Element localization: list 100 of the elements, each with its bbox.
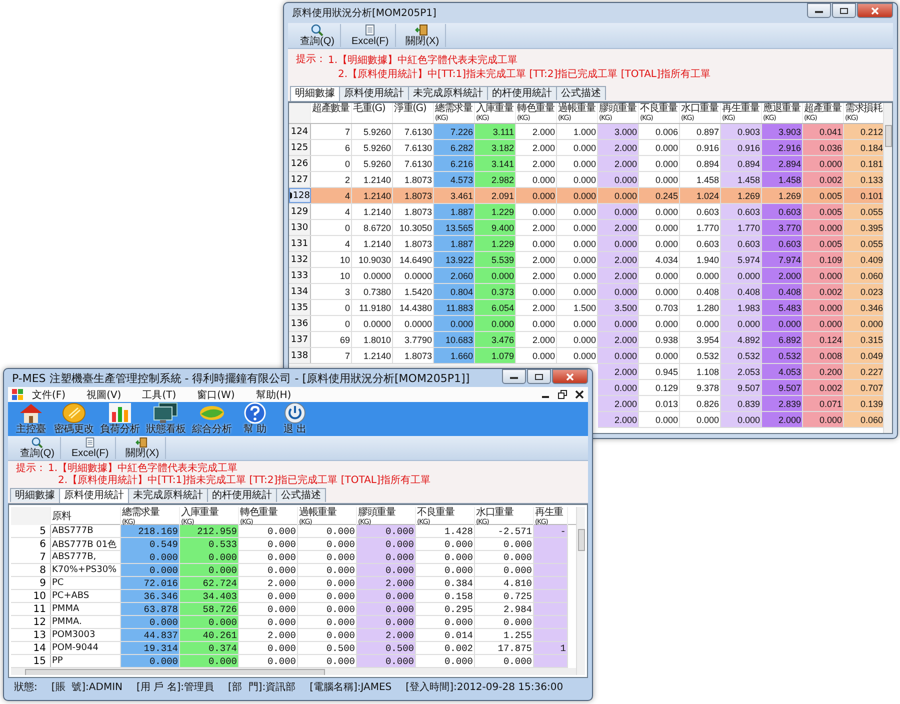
tab[interactable]: 明細數據 xyxy=(290,86,340,101)
table-row[interactable]: 2.000 0.000 0.000 0.000 2.000 0.000 0.060 xyxy=(598,412,883,428)
restore-icon[interactable] xyxy=(558,390,567,399)
table-row[interactable]: 129 4 1.2140 1.8073 1.887 1.229 0.000 0.000 0.000 0.000 0.603 0.603 0.603 0.005 0.055 xyxy=(289,204,883,220)
toolbar-button[interactable]: 關閉(X) xyxy=(400,24,446,47)
tab[interactable]: 明細數據 xyxy=(10,488,60,502)
launcher-button[interactable]: 密碼更改 xyxy=(54,402,94,435)
menu-item[interactable]: 文件(F) xyxy=(32,388,66,402)
table-cell: 0.245 xyxy=(639,188,680,203)
table-cell: 0.000 xyxy=(598,188,639,203)
tab[interactable]: 未完成原料統計 xyxy=(128,488,208,502)
launcher-button[interactable]: 幫 助 xyxy=(238,402,272,435)
tab[interactable]: 原料使用統計 xyxy=(59,488,129,503)
table-row[interactable]: 135 0 11.9180 14.4380 11.883 6.054 2.000 1.500 3.500 0.703 1.280 1.983 5.483 0.000 0.346 xyxy=(289,300,883,316)
table-row[interactable]: 138 7 1.2140 1.8073 1.660 1.079 0.000 0.000 0.000 0.000 0.532 0.532 0.532 0.008 0.049 xyxy=(289,348,883,364)
table-row[interactable]: 0.000 0.129 9.378 9.507 9.507 0.002 0.707 xyxy=(598,380,883,396)
table-cell: 8.6720 xyxy=(352,220,393,235)
table-row[interactable]: 8 K70%+PS30% 0.000 0.000 0.000 0.000 0.000 0.000 0.000 xyxy=(11,564,568,577)
table-cell: 0 xyxy=(311,300,352,315)
hint-text: 1.【明細數據】中紅色字體代表未完成工單 xyxy=(48,463,239,474)
table-row[interactable]: 12 PMMA. 0.000 0.000 0.000 0.000 0.000 0.000 0.000 xyxy=(11,616,568,629)
tab[interactable]: 的杆使用統計 xyxy=(207,488,277,502)
close-button[interactable] xyxy=(857,3,893,18)
table-cell: 0.000 xyxy=(180,551,239,563)
launcher-button[interactable]: 主控臺 xyxy=(14,402,48,435)
search-icon xyxy=(30,437,44,448)
table-row[interactable]: 124 7 5.9260 7.6130 7.226 3.111 2.000 1.000 3.000 0.006 0.897 0.903 3.903 0.041 0.212 xyxy=(289,124,883,140)
table-row[interactable]: 9 PC 72.016 62.724 2.000 0.000 2.000 0.384 4.810 xyxy=(11,577,568,590)
horizontal-scrollbar[interactable] xyxy=(11,668,576,675)
table-row[interactable]: 6 ABS777B 01色 0.549 0.533 0.000 0.000 0.000 0.000 0.000 xyxy=(11,538,568,551)
table-cell: 0.000 xyxy=(803,268,844,283)
table-row[interactable]: 125 6 5.9260 7.6130 6.282 3.182 2.000 0.000 2.000 0.000 0.916 0.916 2.916 0.036 0.184 xyxy=(289,140,883,156)
close-icon xyxy=(565,372,575,380)
column-header: 超產數量 xyxy=(311,103,352,123)
table-cell: 2.000 xyxy=(516,252,557,267)
launcher-button[interactable]: 退 出 xyxy=(278,402,312,435)
table-cell: 0.384 xyxy=(416,577,475,589)
table-cell: 0.500 xyxy=(357,642,416,654)
tab[interactable]: 原料使用統計 xyxy=(339,86,409,100)
table-row[interactable]: 126 0 5.9260 7.6130 6.216 3.141 2.000 0.000 2.000 0.000 0.894 0.894 2.894 0.000 0.181 xyxy=(289,156,883,172)
app-icon xyxy=(12,389,24,400)
close-icon[interactable] xyxy=(575,390,584,399)
toolbar-button[interactable]: 查詢(Q) xyxy=(294,24,342,47)
menu-item[interactable]: 視圖(V) xyxy=(86,388,122,402)
toolbar-button[interactable]: Excel(F) xyxy=(345,24,396,47)
menu-item[interactable]: 工具(T) xyxy=(142,388,176,402)
toolbar-button[interactable]: 關閉(X) xyxy=(120,437,166,459)
launcher-button[interactable]: 狀態看板 xyxy=(146,402,186,435)
tab[interactable]: 的杆使用統計 xyxy=(487,86,557,100)
table-row[interactable]: 133 10 0.0000 0.0000 2.060 0.000 2.000 0.000 2.000 0.000 0.000 0.000 2.000 0.000 0.060 xyxy=(289,268,883,284)
minimize-button[interactable] xyxy=(807,3,831,18)
table-cell: 212.959 xyxy=(180,525,239,537)
vertical-scrollbar[interactable] xyxy=(576,507,585,675)
maximize-button[interactable] xyxy=(832,3,856,18)
toolbar-button[interactable]: 查詢(Q) xyxy=(14,437,62,459)
table-row[interactable]: 130 0 8.6720 10.3050 13.565 9.400 2.000 0.000 2.000 0.000 1.770 1.770 3.770 0.000 0.395 xyxy=(289,220,883,236)
table-cell: 0.408 xyxy=(721,284,762,299)
table-row[interactable]: 10 PC+ABS 36.346 34.403 0.000 0.000 0.000 0.158 0.725 xyxy=(11,590,568,603)
table-row[interactable]: 2.000 0.013 0.826 0.839 2.839 0.071 0.139 xyxy=(598,396,883,412)
table-cell: 0.000 xyxy=(721,268,762,283)
table-cell: 2.000 xyxy=(598,412,639,427)
table-row[interactable]: 7 ABS777B, 0.000 0.000 0.000 0.000 0.000 0.000 0.000 xyxy=(11,551,568,564)
table-row[interactable]: 131 4 1.2140 1.8073 1.887 1.229 0.000 0.000 0.000 0.000 0.603 0.603 0.603 0.005 0.055 xyxy=(289,236,883,252)
table-row[interactable]: 128 4 1.2140 1.8073 3.461 2.091 0.000 0.000 0.000 0.245 1.024 1.269 1.269 0.005 0.101 xyxy=(289,188,883,204)
launcher-button[interactable]: 負荷分析 xyxy=(100,402,140,435)
minimize-button[interactable] xyxy=(502,369,526,384)
search-icon xyxy=(310,24,324,36)
launcher-button[interactable]: 綜合分析 xyxy=(192,402,232,435)
table-row[interactable]: 14 POM-9044 19.314 0.374 0.000 0.500 0.500 0.002 17.875 1 xyxy=(11,642,568,655)
row-number: 130 xyxy=(290,222,308,232)
vertical-scrollbar[interactable] xyxy=(883,103,892,433)
table-row[interactable]: 134 3 0.7380 1.5420 0.804 0.373 0.000 0.000 0.000 0.000 0.408 0.408 0.408 0.002 0.023 xyxy=(289,284,883,300)
table-cell: 2.000 xyxy=(598,332,639,347)
tab[interactable]: 公式描述 xyxy=(556,86,606,100)
table-cell: 0.000 xyxy=(239,616,298,628)
table-row[interactable]: 13 POM3003 44.837 40.261 2.000 0.000 2.000 0.014 1.255 xyxy=(11,629,568,642)
close-button[interactable] xyxy=(552,369,588,384)
table-cell: 0.124 xyxy=(803,332,844,347)
row-number: 7 xyxy=(40,552,46,562)
menu-item[interactable]: 幫助(H) xyxy=(256,388,292,402)
menu-item[interactable]: 窗口(W) xyxy=(197,388,235,402)
row-number: 5 xyxy=(40,526,46,536)
tab[interactable]: 公式描述 xyxy=(276,488,326,502)
table-cell: 2.000 xyxy=(516,124,557,139)
table-row[interactable]: 137 69 1.8010 3.7790 10.683 3.476 2.000 0.000 2.000 0.938 3.954 4.892 6.892 0.124 0.315 xyxy=(289,332,883,348)
table-row[interactable]: 2.000 0.945 1.108 2.053 4.053 0.200 0.227 xyxy=(598,364,883,380)
maximize-button[interactable] xyxy=(527,369,551,384)
toolbar-button[interactable]: Excel(F) xyxy=(65,437,116,459)
table-row[interactable]: 11 PMMA 63.878 58.726 0.000 0.000 0.000 0.295 2.984 xyxy=(11,603,568,616)
table-row[interactable]: 132 10 10.9030 14.6490 13.922 5.539 2.000 0.000 2.000 4.034 1.940 5.974 7.974 0.109 0.409 xyxy=(289,252,883,268)
table-cell: 0.181 xyxy=(844,156,883,171)
table-cell: 0.000 xyxy=(121,551,180,563)
table-cell: 0.139 xyxy=(844,396,883,411)
table-cell: 0.000 xyxy=(239,551,298,563)
table-row[interactable]: 136 0 0.0000 0.0000 0.000 0.000 0.000 0.000 0.000 0.000 0.000 0.000 0.000 0.000 0.000 xyxy=(289,316,883,332)
tab[interactable]: 未完成原料統計 xyxy=(408,86,488,100)
table-cell: 10 xyxy=(311,252,352,267)
row-number: 137 xyxy=(290,334,308,344)
table-row[interactable]: 5 ABS777B 218.169 212.959 0.000 0.000 0.000 1.428 -2.571 - xyxy=(11,525,568,538)
table-cell: 0.000 xyxy=(639,348,680,363)
